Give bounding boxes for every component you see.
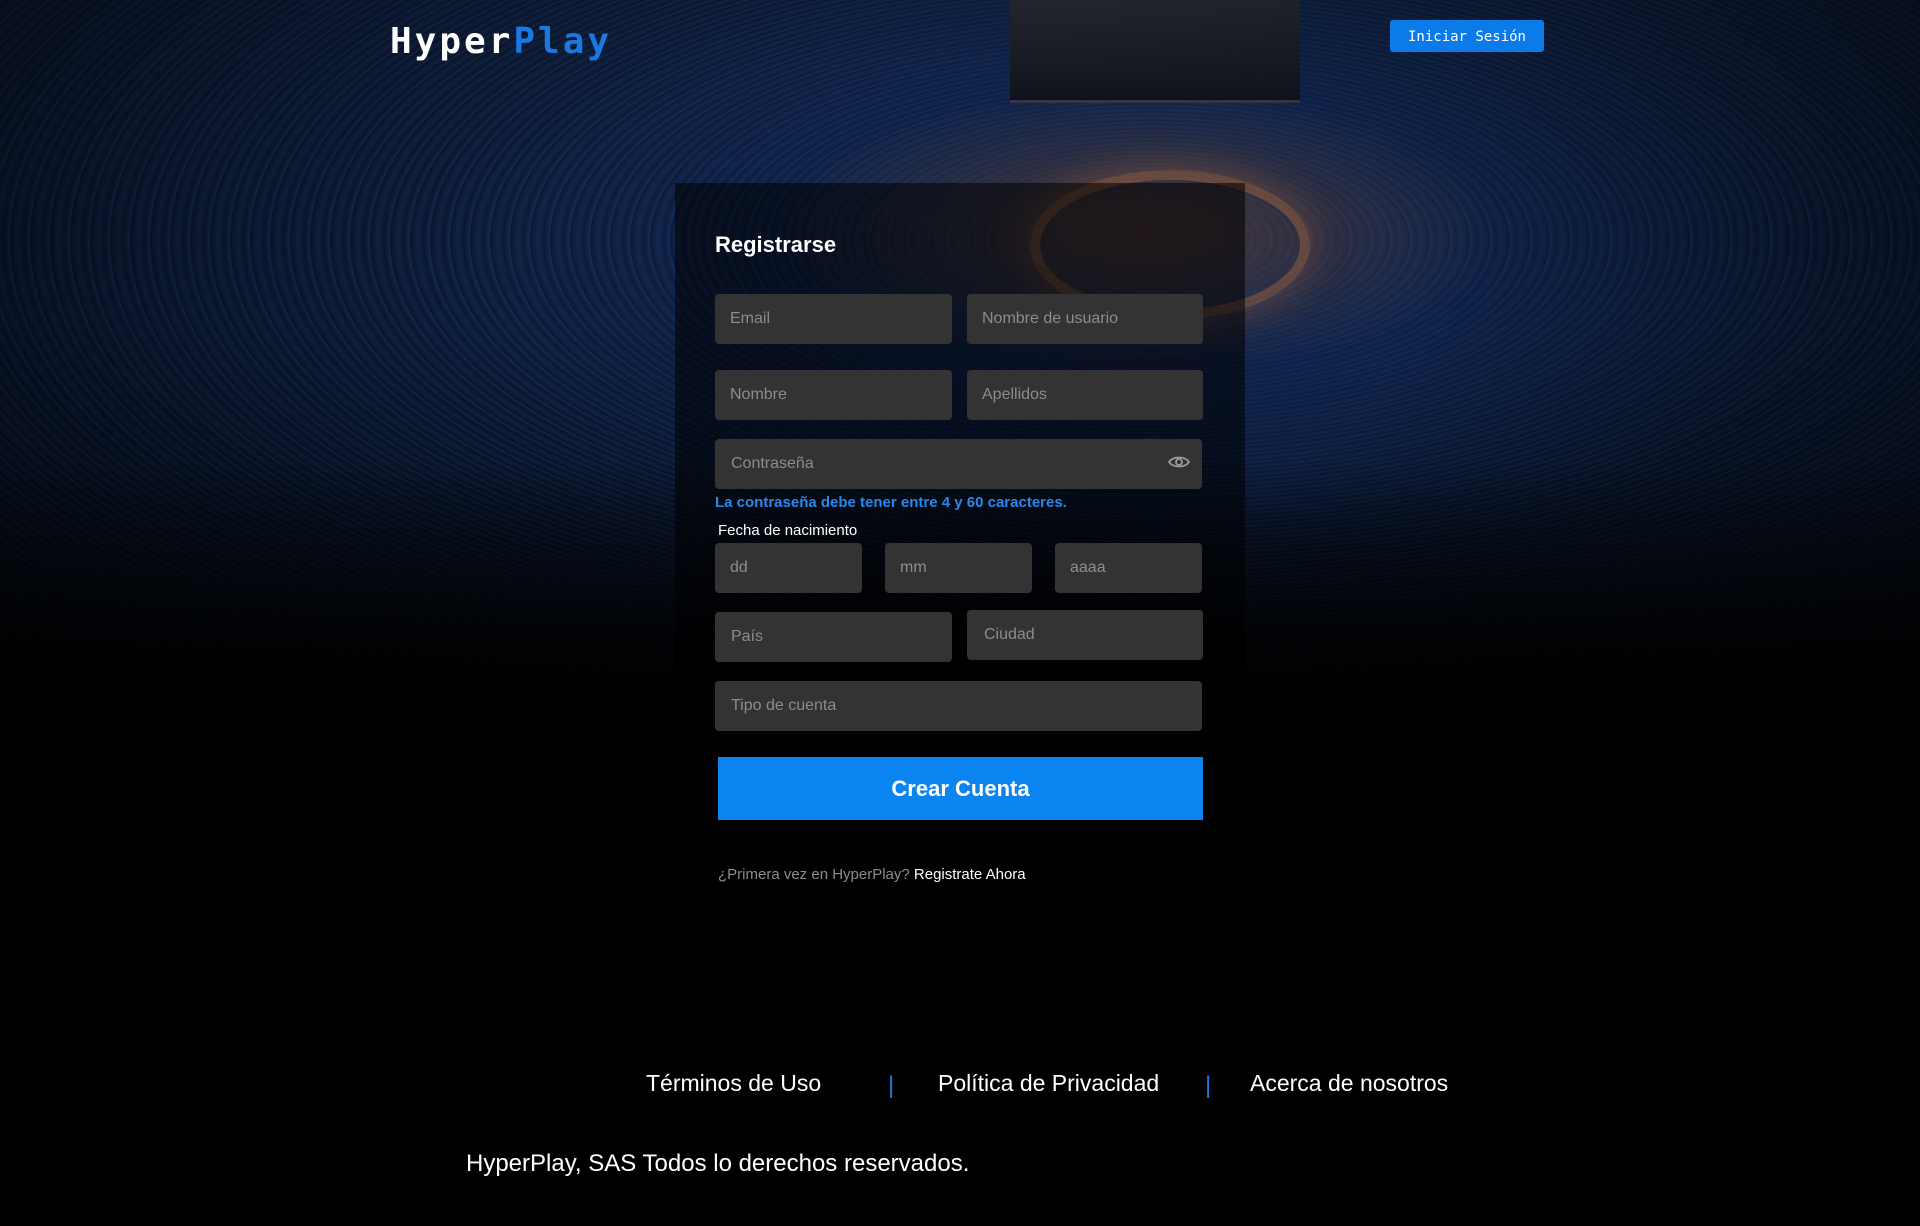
email-field[interactable]	[715, 294, 952, 344]
page: HyperPlay Iniciar Sesión Registrarse La …	[0, 0, 1920, 1226]
month-field[interactable]	[885, 543, 1032, 593]
footer-terms-link[interactable]: Términos de Uso	[646, 1070, 821, 1097]
first-time-question: ¿Primera vez en HyperPlay?	[718, 866, 910, 883]
last-name-field[interactable]	[967, 370, 1203, 420]
city-select[interactable]	[967, 610, 1203, 660]
first-name-field[interactable]	[715, 370, 952, 420]
hyperplay-logo[interactable]: HyperPlay	[390, 22, 612, 62]
account-type-select[interactable]	[715, 681, 1202, 731]
footer-privacy-link[interactable]: Política de Privacidad	[938, 1070, 1159, 1097]
password-field[interactable]	[715, 439, 1202, 489]
footer-separator: |	[1205, 1072, 1212, 1099]
footer-about-link[interactable]: Acerca de nosotros	[1250, 1070, 1448, 1097]
form-title: Registrarse	[715, 232, 837, 257]
year-field[interactable]	[1055, 543, 1202, 593]
first-time-prompt: ¿Primera vez en HyperPlay? Registrate Ah…	[718, 866, 1026, 883]
register-now-link[interactable]: Registrate Ahora	[914, 866, 1026, 883]
country-select[interactable]	[715, 612, 952, 662]
eye-icon[interactable]	[1168, 455, 1190, 469]
login-button[interactable]: Iniciar Sesión	[1390, 20, 1544, 52]
logo-text-hyper: Hyper	[390, 21, 514, 62]
day-field[interactable]	[715, 543, 862, 593]
password-hint: La contraseña debe tener entre 4 y 60 ca…	[715, 494, 1067, 511]
logo-text-play: Play	[513, 21, 613, 62]
footer-separator: |	[888, 1072, 895, 1099]
copyright-text: HyperPlay, SAS Todos lo derechos reserva…	[466, 1150, 970, 1177]
dob-label: Fecha de nacimiento	[718, 522, 858, 539]
username-field[interactable]	[967, 294, 1203, 344]
create-account-button[interactable]: Crear Cuenta	[718, 757, 1203, 820]
